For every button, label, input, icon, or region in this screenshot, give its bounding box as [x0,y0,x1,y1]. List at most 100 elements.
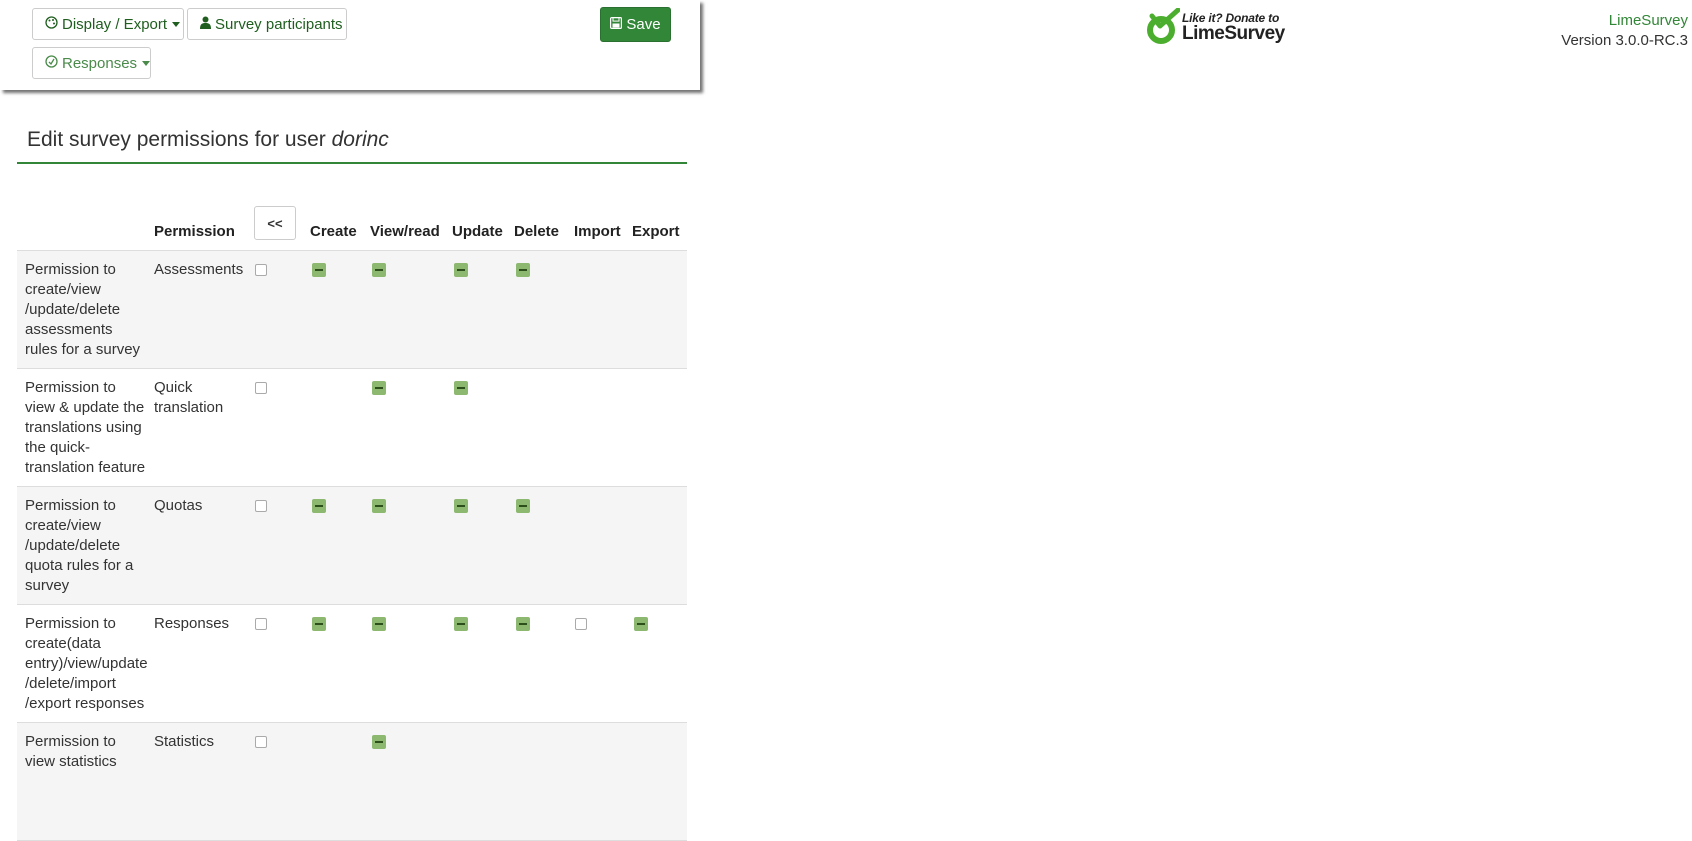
cell-all [254,368,310,487]
update-indeterminate-checkbox[interactable] [454,263,468,277]
save-label: Save [626,16,661,33]
cell-delete [514,486,574,605]
delete-indeterminate-checkbox[interactable] [516,499,530,513]
cell-all [254,604,310,723]
cell-all [254,486,310,605]
select-all-checkbox[interactable] [255,736,267,748]
header-back: << [254,206,310,251]
table-row: Permission to create(data entry)/view/up… [17,604,687,723]
cell-create [310,486,370,605]
select-all-checkbox[interactable] [255,500,267,512]
cell-export [632,250,687,369]
update-indeterminate-checkbox[interactable] [454,381,468,395]
permission-description: Permission to create(data entry)/view/up… [17,604,154,723]
collapse-all-button[interactable]: << [254,206,296,240]
header-update: Update [452,206,514,251]
cell-create [310,250,370,369]
permissions-table-body: Permission to create/view /update/delete… [17,250,687,841]
header-delete: Delete [514,206,574,251]
import-checkbox[interactable] [575,618,587,630]
floppy-disk-icon [610,17,623,32]
table-row: Permission to view statistics Statistics [17,722,687,841]
display-export-button[interactable]: Display / Export [32,8,184,40]
header-description [17,206,154,251]
display-export-label: Display / Export [62,15,168,33]
cell-delete [514,250,574,369]
page-title: Edit survey permissions for user dorinc [27,128,389,152]
cell-update [452,486,514,605]
cell-import [574,486,632,605]
cell-delete [514,368,574,487]
survey-participants-button[interactable]: Survey participants [187,8,347,40]
table-row: Permission to view & update the translat… [17,368,687,487]
cell-update [452,604,514,723]
logo-wordmark: LimeSurvey [1182,22,1285,44]
cell-create [310,368,370,487]
table-row: Permission to create/view /update/delete… [17,486,687,605]
update-indeterminate-checkbox[interactable] [454,499,468,513]
permission-name: Quick translation [154,368,254,487]
select-all-checkbox[interactable] [255,264,267,276]
page-title-prefix: Edit survey permissions for user [27,128,332,151]
cell-delete [514,604,574,723]
table-header-row: Permission << Create View/read Update De… [17,206,687,251]
version-text: Version 3.0.0-RC.3 [1561,32,1688,49]
cell-view [370,722,452,841]
donate-logo[interactable]: Like it? Donate to LimeSurvey [1146,8,1285,46]
cell-import [574,604,632,723]
cell-view [370,486,452,605]
view-indeterminate-checkbox[interactable] [372,381,386,395]
brand-info: LimeSurvey Version 3.0.0-RC.3 [1561,11,1688,51]
view-indeterminate-checkbox[interactable] [372,617,386,631]
cell-import [574,722,632,841]
permission-description: Permission to view statistics [17,722,154,841]
permissions-table: Permission << Create View/read Update De… [17,206,687,841]
responses-label: Responses [62,54,138,72]
cell-export [632,604,687,723]
donate-text: Like it? Donate to [1182,10,1280,25]
export-indeterminate-checkbox[interactable] [634,617,648,631]
responses-icon [45,55,58,71]
permission-description: Permission to create/view /update/delete… [17,486,154,605]
cell-view [370,604,452,723]
create-indeterminate-checkbox[interactable] [312,617,326,631]
save-button[interactable]: Save [600,7,671,42]
cell-all [254,250,310,369]
header-import: Import [574,206,632,251]
delete-indeterminate-checkbox[interactable] [516,617,530,631]
permission-name: Assessments [154,250,254,369]
permission-description: Permission to view & update the translat… [17,368,154,487]
user-icon [200,16,211,32]
cell-update [452,722,514,841]
cell-import [574,368,632,487]
cell-export [632,368,687,487]
view-indeterminate-checkbox[interactable] [372,499,386,513]
palette-icon [45,16,58,32]
title-divider [17,162,687,164]
cell-view [370,368,452,487]
header-create: Create [310,206,370,251]
header-view: View/read [370,206,452,251]
view-indeterminate-checkbox[interactable] [372,735,386,749]
permission-name: Statistics [154,722,254,841]
cell-import [574,250,632,369]
update-indeterminate-checkbox[interactable] [454,617,468,631]
limesurvey-logo-icon [1146,8,1180,46]
brand-name-link[interactable]: LimeSurvey [1561,11,1688,31]
view-indeterminate-checkbox[interactable] [372,263,386,277]
responses-button[interactable]: Responses [32,47,151,79]
cell-view [370,250,452,369]
delete-indeterminate-checkbox[interactable] [516,263,530,277]
header-export: Export [632,206,687,251]
survey-participants-label: Survey participants [215,15,343,33]
create-indeterminate-checkbox[interactable] [312,263,326,277]
permission-name: Quotas [154,486,254,605]
select-all-checkbox[interactable] [255,382,267,394]
cell-export [632,722,687,841]
select-all-checkbox[interactable] [255,618,267,630]
chevron-down-icon [142,60,151,66]
page-title-username: dorinc [331,128,389,151]
permission-description: Permission to create/view /update/delete… [17,250,154,369]
cell-create [310,604,370,723]
create-indeterminate-checkbox[interactable] [312,499,326,513]
